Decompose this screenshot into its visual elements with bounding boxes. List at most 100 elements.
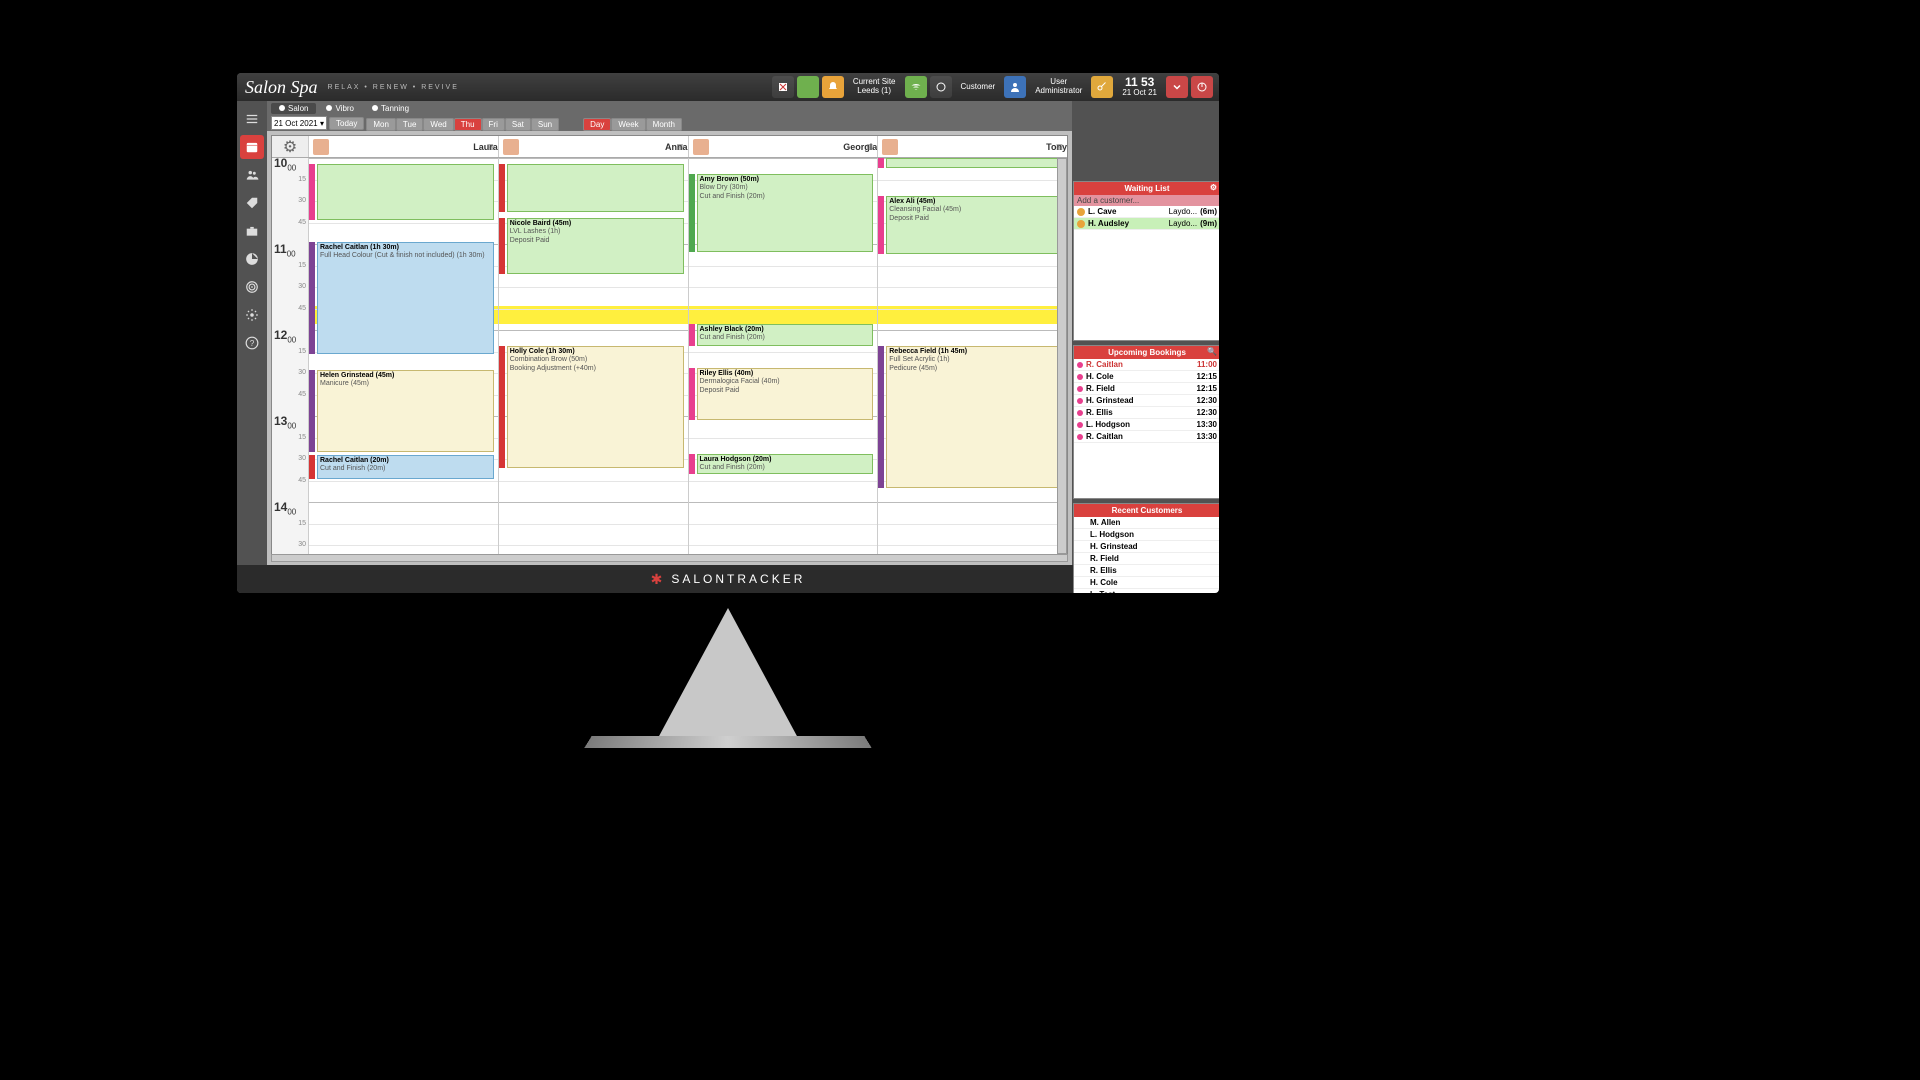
day-sat[interactable]: Sat: [505, 118, 531, 131]
search-icon[interactable]: 🔍: [1207, 347, 1217, 356]
chart-icon[interactable]: [240, 247, 264, 271]
grid-col[interactable]: Alex Ali (45m)Cleansing Facial (45m)Depo…: [877, 158, 1067, 554]
recent-row[interactable]: L. Test: [1074, 589, 1219, 593]
upcoming-bookings-panel: Upcoming Bookings🔍 R. Caitlan11:00H. Col…: [1073, 345, 1219, 499]
day-thu[interactable]: Thu: [454, 118, 482, 131]
calendar-body[interactable]: 1000153045110015304512001530451300153045…: [272, 158, 1067, 554]
appointment[interactable]: [317, 164, 494, 220]
appointment[interactable]: Rachel Caitlan (1h 30m)Full Head Colour …: [317, 242, 494, 354]
time-gutter: 1000153045110015304512001530451300153045…: [272, 158, 308, 554]
day-mon[interactable]: Mon: [366, 118, 396, 131]
view-day[interactable]: Day: [583, 118, 611, 131]
appointment[interactable]: Laura Hodgson (20m)Cut and Finish (20m): [697, 454, 874, 474]
appointment-detail: Full Head Colour (Cut & finish not inclu…: [320, 252, 491, 260]
column-menu-icon[interactable]: ≡: [866, 140, 873, 154]
upcoming-row[interactable]: R. Ellis12:30: [1074, 407, 1219, 419]
appointment[interactable]: Nicole Baird (45m)LVL Lashes (1h)Deposit…: [507, 218, 684, 274]
date-picker[interactable]: 21 Oct 2021▾: [271, 116, 327, 130]
appointment[interactable]: Rebecca Field (1h 45m)Full Set Acrylic (…: [886, 346, 1063, 488]
upcoming-row[interactable]: R. Field12:15: [1074, 383, 1219, 395]
appointment-stripe: [499, 164, 505, 212]
staff-col-anna[interactable]: Anna≡: [498, 136, 688, 157]
bell-icon[interactable]: [822, 76, 844, 98]
day-sun[interactable]: Sun: [531, 118, 559, 131]
staff-col-georgia[interactable]: Georgia≡: [688, 136, 878, 157]
appointment-stripe: [689, 454, 695, 474]
customers-icon[interactable]: [240, 163, 264, 187]
grid-col[interactable]: Nicole Baird (45m)LVL Lashes (1h)Deposit…: [498, 158, 688, 554]
upcoming-row[interactable]: H. Grinstead12:30: [1074, 395, 1219, 407]
appointment[interactable]: Riley Ellis (40m)Dermalogica Facial (40m…: [697, 368, 874, 420]
download-icon[interactable]: [797, 76, 819, 98]
waiting-list-header: Waiting List⚙: [1074, 182, 1219, 195]
appointment[interactable]: [507, 164, 684, 212]
power-icon[interactable]: [1191, 76, 1213, 98]
notification-icon[interactable]: [772, 76, 794, 98]
recent-row[interactable]: R. Ellis: [1074, 565, 1219, 577]
appointment-detail: Cut and Finish (20m): [320, 465, 491, 473]
vertical-scrollbar[interactable]: [1057, 158, 1067, 554]
wifi-icon[interactable]: [905, 76, 927, 98]
menu-icon[interactable]: [240, 107, 264, 131]
appointment-title: Amy Brown (50m): [700, 176, 871, 184]
appointment-stripe: [689, 368, 695, 420]
recent-row[interactable]: H. Grinstead: [1074, 541, 1219, 553]
horizontal-scrollbar[interactable]: [271, 554, 1068, 562]
current-site[interactable]: Current Site Leeds (1): [847, 78, 902, 96]
minimize-icon[interactable]: [1166, 76, 1188, 98]
staff-col-tony[interactable]: Tony≡: [877, 136, 1067, 157]
appointment-detail: Cut and Finish (20m): [700, 464, 871, 472]
appointment[interactable]: Holly Cole (1h 30m)Combination Brow (50m…: [507, 346, 684, 468]
appointment[interactable]: Ashley Black (20m)Cut and Finish (20m): [697, 324, 874, 346]
appointment-detail: Blow Dry (30m): [700, 184, 871, 192]
calendar-icon[interactable]: [240, 135, 264, 159]
today-button[interactable]: Today: [329, 117, 364, 130]
calendar-settings-icon[interactable]: ⚙: [272, 136, 308, 157]
appointment[interactable]: Helen Grinstead (45m)Manicure (45m): [317, 370, 494, 452]
upcoming-row[interactable]: R. Caitlan11:00: [1074, 359, 1219, 371]
grid-col[interactable]: Rachel Caitlan (1h 30m)Full Head Colour …: [308, 158, 498, 554]
service-tab-salon[interactable]: Salon: [271, 103, 316, 114]
day-tue[interactable]: Tue: [396, 118, 424, 131]
service-tabs: SalonVibroTanning: [267, 101, 1072, 115]
add-customer-input[interactable]: Add a customer...: [1074, 195, 1219, 206]
view-week[interactable]: Week: [611, 118, 645, 131]
upcoming-row[interactable]: H. Cole12:15: [1074, 371, 1219, 383]
briefcase-icon[interactable]: [240, 219, 264, 243]
view-month[interactable]: Month: [646, 118, 682, 131]
service-tab-tanning[interactable]: Tanning: [364, 103, 417, 114]
grid-col[interactable]: Amy Brown (50m)Blow Dry (30m) Cut and Fin…: [688, 158, 878, 554]
appointment[interactable]: [886, 158, 1063, 168]
user-value: Administrator: [1035, 87, 1082, 96]
recent-row[interactable]: L. Hodgson: [1074, 529, 1219, 541]
user-button[interactable]: User Administrator: [1029, 78, 1088, 96]
service-tab-vibro[interactable]: Vibro: [318, 103, 362, 114]
appointment[interactable]: Alex Ali (45m)Cleansing Facial (45m)Depo…: [886, 196, 1063, 254]
customer-button[interactable]: Customer: [955, 83, 1002, 92]
target-icon[interactable]: [240, 275, 264, 299]
appointment-detail: Cut and Finish (20m): [700, 334, 871, 342]
recent-row[interactable]: M. Allen: [1074, 517, 1219, 529]
day-fri[interactable]: Fri: [482, 118, 505, 131]
tag-icon[interactable]: [240, 191, 264, 215]
waiting-row[interactable]: H. AudsleyLaydo...(9m): [1074, 218, 1219, 230]
settings-icon[interactable]: [240, 303, 264, 327]
column-menu-icon[interactable]: ≡: [676, 140, 683, 154]
recent-row[interactable]: H. Cole: [1074, 577, 1219, 589]
staff-col-laura[interactable]: Laura≡: [308, 136, 498, 157]
gear-icon[interactable]: ⚙: [1210, 183, 1217, 192]
recent-row[interactable]: R. Field: [1074, 553, 1219, 565]
upcoming-row[interactable]: R. Caitlan13:30: [1074, 431, 1219, 443]
upcoming-row[interactable]: L. Hodgson13:30: [1074, 419, 1219, 431]
column-menu-icon[interactable]: ≡: [1056, 140, 1063, 154]
appointment-stripe: [878, 158, 884, 168]
customer-icon[interactable]: [1004, 76, 1026, 98]
key-icon[interactable]: [1091, 76, 1113, 98]
appointment[interactable]: Amy Brown (50m)Blow Dry (30m)Cut and Fin…: [697, 174, 874, 252]
waiting-row[interactable]: L. CaveLaydo...(6m): [1074, 206, 1219, 218]
column-menu-icon[interactable]: ≡: [487, 140, 494, 154]
day-wed[interactable]: Wed: [423, 118, 453, 131]
sync-icon[interactable]: [930, 76, 952, 98]
help-icon[interactable]: ?: [240, 331, 264, 355]
appointment[interactable]: Rachel Caitlan (20m)Cut and Finish (20m): [317, 455, 494, 479]
